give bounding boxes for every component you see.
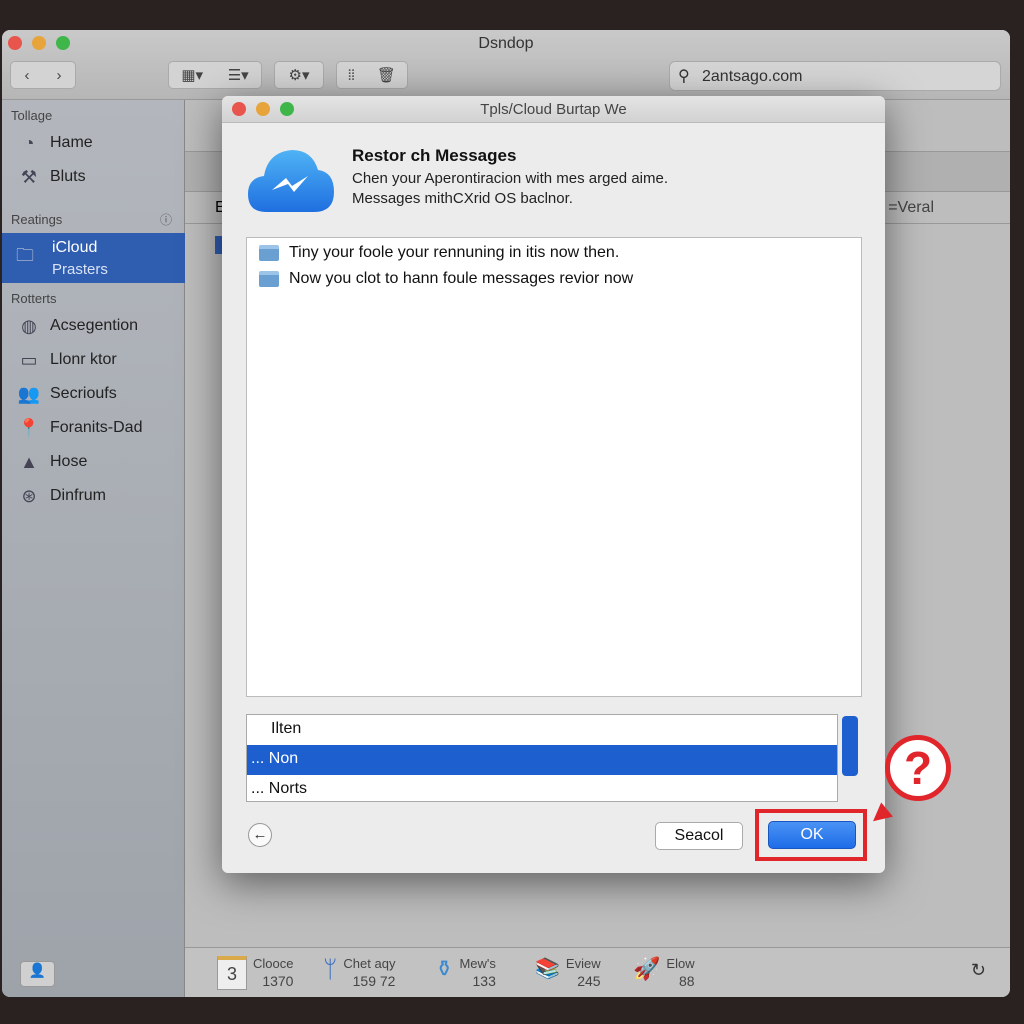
message-list[interactable]: Tiny your foole your rennuning in itis n… (246, 237, 862, 697)
gear-icon: ⚙▾ (288, 67, 310, 84)
list-item[interactable]: Now you clot to hann foule messages revi… (247, 266, 861, 292)
folder-icon: 🗀 (16, 245, 34, 265)
pin-icon: 📍 (17, 417, 41, 438)
picker-option[interactable]: ... Norts (247, 775, 837, 805)
gear-icon: ⊛ (21, 485, 37, 506)
sidebar-item-bluts[interactable]: ⚒ Bluts (16, 164, 86, 190)
backup-picker[interactable]: Ilten ... Non ... Norts (246, 714, 838, 802)
globe-icon: ◍ (21, 315, 37, 336)
branch-icon: ᛘ (323, 956, 338, 983)
calendar-icon: 3 (217, 956, 247, 990)
folder-icon (259, 245, 279, 261)
sidebar-item-hose[interactable]: ▲ Hose (16, 449, 87, 475)
refresh-icon[interactable]: ↻ (971, 960, 986, 981)
back-icon[interactable]: ‹ (25, 67, 30, 84)
icon-view-icon[interactable]: ▦▾ (181, 66, 203, 84)
dialog-description-2: Messages mithCXrid OS baclnor. (352, 190, 573, 207)
people-icon: 👥 (17, 383, 41, 404)
restore-dialog: Tpls/Cloud Burtap We Restor ch Messages … (222, 96, 885, 873)
stat-elow: 🚀 Elow 88 (633, 956, 695, 989)
folder-icon (259, 271, 279, 287)
sidebar-item-acsegention[interactable]: ◍ Acsegention (16, 313, 138, 339)
forward-icon[interactable]: › (57, 67, 62, 84)
back-arrow-icon[interactable]: ← (248, 823, 272, 847)
dialog-title: Tpls/Cloud Burtap We (480, 101, 627, 118)
bottle-icon: ⚱ (435, 956, 454, 981)
info-icon[interactable]: ⓘ (160, 211, 172, 228)
dialog-description: Chen your Aperontiracion with mes arged … (352, 170, 668, 187)
warning-icon: ▲ (20, 451, 38, 472)
dialog-title-bar: Tpls/Cloud Burtap We (222, 96, 885, 123)
picker-option-selected[interactable]: ... Non (247, 745, 837, 775)
window-title: Dsndop (478, 35, 534, 52)
ok-button[interactable]: OK (768, 821, 856, 849)
sidebar-item-foranits-dad[interactable]: 📍 Foranits-Dad (16, 415, 143, 441)
section-label: Reatings (11, 212, 63, 227)
search-icon: ⚲ (678, 68, 690, 85)
cloud-messenger-icon (248, 150, 334, 212)
nav-buttons[interactable]: ‹ › (10, 61, 76, 89)
dialog-heading: Restor ch Messages (352, 146, 517, 165)
drive-icon: ▭ (20, 349, 38, 370)
sidebar-item-hame[interactable]: ◔ Hame (16, 130, 93, 156)
stat-chet-aqy: ᛘ Chet aqy 159 72 (323, 956, 396, 989)
search-field[interactable]: ⚲ 2antsago.com (669, 61, 1001, 91)
trash-icon[interactable]: 🗑 (377, 66, 396, 84)
books-icon: 📚 (535, 958, 560, 980)
view-buttons[interactable]: ▦▾ ☰▾ (168, 61, 262, 89)
section-label: Tollage (11, 108, 53, 123)
sidebar-item-secrioufs[interactable]: 👥 Secrioufs (16, 381, 117, 407)
stat-mews: ⚱ Mew's 133 (435, 956, 496, 989)
picker-option[interactable]: Ilten (247, 715, 837, 745)
title-bar: Dsndop ‹ › ▦▾ ☰▾ ⚙▾ ⦙⦙ 🗑 ⚲ 2antsago.com (2, 30, 1010, 100)
rocket-icon: 🚀 (633, 956, 661, 981)
picker-scrollbar[interactable] (842, 716, 858, 776)
status-bar: 3 Clooce 1370 ᛘ Chet aqy 159 72 ⚱ Mew's 133 📚 E… (185, 947, 1010, 997)
user-icon[interactable]: 👤 (20, 961, 55, 987)
tools-icon: ⚒ (20, 166, 38, 187)
help-callout-icon: ? (885, 735, 951, 801)
columns-icon[interactable]: ⦙⦙ (348, 67, 355, 84)
cancel-button[interactable]: Seacol (655, 822, 743, 850)
sidebar: Tollage ◔ Hame ⚒ Bluts Reatings ⓘ 🗀 iCloud… (2, 100, 185, 997)
clock-icon: ◔ (23, 132, 35, 153)
list-view-icon[interactable]: ☰▾ (228, 66, 249, 84)
list-item[interactable]: Tiny your foole your rennuning in itis n… (247, 240, 861, 266)
section-label: Rotterts (11, 291, 57, 306)
sidebar-item-icloud[interactable]: 🗀 iCloud Prasters (2, 233, 185, 283)
sidebar-item-llonr-ktor[interactable]: ▭ Llonr ktor (16, 347, 116, 373)
tool-buttons[interactable]: ⦙⦙ 🗑 (336, 61, 408, 89)
stat-clooce: 3 Clooce 1370 (217, 956, 293, 990)
sidebar-item-dinfrum[interactable]: ⊛ Dinfrum (16, 483, 106, 509)
action-button[interactable]: ⚙▾ (274, 61, 324, 89)
stat-eview: 📚 Eview 245 (535, 956, 601, 989)
